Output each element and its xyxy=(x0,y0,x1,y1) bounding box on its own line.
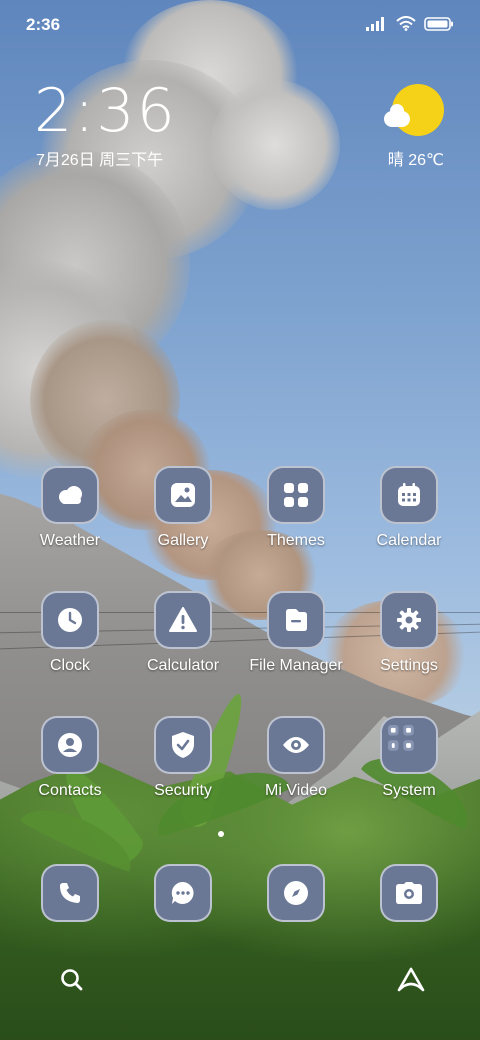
app-gallery[interactable]: Gallery xyxy=(128,466,238,550)
camera-icon xyxy=(380,864,438,922)
app-calendar[interactable]: Calendar xyxy=(354,466,464,550)
dock-camera[interactable] xyxy=(354,864,464,922)
app-contacts[interactable]: Contacts xyxy=(15,716,125,800)
app-label: Mi Video xyxy=(265,782,327,799)
app-themes[interactable]: Themes xyxy=(241,466,351,550)
phone-icon xyxy=(41,864,99,922)
app-settings[interactable]: Settings xyxy=(354,591,464,675)
app-label: Calendar xyxy=(376,532,442,549)
app-calculator[interactable]: Calculator xyxy=(128,591,238,675)
gear-icon xyxy=(380,591,438,649)
warning-icon xyxy=(154,591,212,649)
person-icon xyxy=(41,716,99,774)
app-label: System xyxy=(382,782,436,799)
weather-text: 晴 26℃ xyxy=(387,152,444,169)
app-security[interactable]: Security xyxy=(128,716,238,800)
dock-browser[interactable] xyxy=(241,864,351,922)
clock-widget-time[interactable]: 2:36 xyxy=(34,76,177,146)
image-icon xyxy=(154,466,212,524)
folder-icon xyxy=(267,591,325,649)
app-mi-video[interactable]: Mi Video xyxy=(241,716,351,800)
message-icon xyxy=(154,864,212,922)
app-label: Gallery xyxy=(157,532,209,549)
wifi-icon xyxy=(396,16,416,31)
status-time: 2:36 xyxy=(26,15,61,34)
dock-phone[interactable] xyxy=(15,864,125,922)
status-icons xyxy=(366,16,454,31)
dock-messages[interactable] xyxy=(128,864,238,922)
page-indicator-dot xyxy=(218,831,224,837)
app-weather[interactable]: Weather xyxy=(15,466,125,550)
shield-check-icon xyxy=(154,716,212,774)
app-label: Security xyxy=(154,782,212,799)
weather-app-icon xyxy=(41,466,99,524)
calendar-icon xyxy=(380,466,438,524)
eye-icon xyxy=(267,716,325,774)
app-label: Contacts xyxy=(38,782,102,799)
app-label: Calculator xyxy=(146,657,220,674)
status-bar: 2:36 xyxy=(0,0,480,50)
battery-icon xyxy=(424,16,453,31)
search-icon[interactable] xyxy=(58,966,86,994)
grid-icon xyxy=(267,466,325,524)
app-file-manager[interactable]: File Manager xyxy=(241,591,351,675)
signal-icon xyxy=(366,16,384,31)
app-label: Themes xyxy=(267,532,325,549)
compass-icon xyxy=(267,864,325,922)
clock-icon xyxy=(41,591,99,649)
app-clock[interactable]: Clock xyxy=(15,591,125,675)
app-label: Weather xyxy=(39,532,101,549)
app-label: Clock xyxy=(49,657,90,674)
app-label: File Manager xyxy=(249,657,343,674)
clock-widget-date: 7月26日 周三下午 xyxy=(36,152,164,169)
app-system-folder[interactable]: System xyxy=(354,716,464,800)
folder-grid-icon xyxy=(380,716,438,774)
app-label: Settings xyxy=(380,657,438,674)
assistant-icon[interactable] xyxy=(396,966,426,994)
cloud-icon xyxy=(384,104,410,127)
